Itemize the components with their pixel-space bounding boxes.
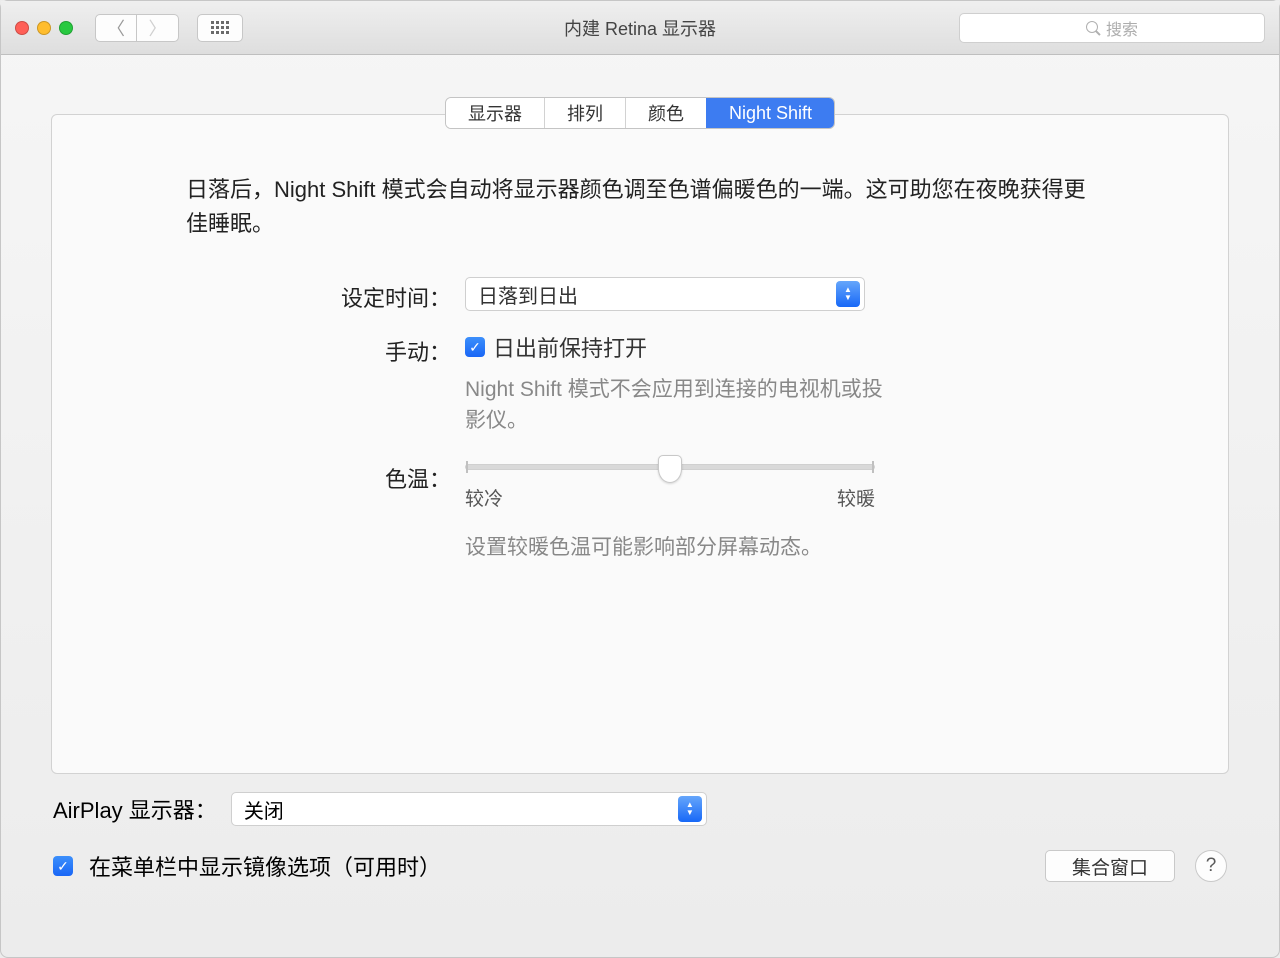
- slider-labels: 较冷 较暖: [465, 484, 875, 511]
- chevron-left-icon: 〈: [107, 15, 125, 41]
- tab-arrangement[interactable]: 排列: [544, 98, 625, 128]
- chevron-right-icon: 〉: [149, 15, 167, 41]
- airplay-row: AirPlay 显示器： 关闭 ▲▼: [51, 792, 1229, 826]
- mirror-checkbox[interactable]: ✓: [53, 856, 73, 876]
- slider-cold-label: 较冷: [465, 484, 503, 511]
- airplay-value: 关闭: [244, 795, 284, 824]
- tab-color[interactable]: 颜色: [625, 98, 706, 128]
- titlebar: 〈 〉 内建 Retina 显示器 搜索: [1, 1, 1279, 55]
- schedule-value: 日落到日出: [478, 280, 578, 309]
- gather-windows-button[interactable]: 集合窗口: [1045, 850, 1175, 882]
- grid-icon: [211, 21, 229, 34]
- row-color-temp: 色温： 较冷 较暖 设置较暖色温可能影响部分屏幕动态。: [186, 458, 1094, 563]
- night-shift-panel: 日落后，Night Shift 模式会自动将显示器颜色调至色谱偏暖色的一端。这可…: [51, 114, 1229, 774]
- schedule-select[interactable]: 日落到日出 ▲▼: [465, 277, 865, 311]
- row-manual: 手动： ✓ 日出前保持打开 Night Shift 模式不会应用到连接的电视机或…: [186, 331, 1094, 436]
- close-icon[interactable]: [15, 21, 29, 35]
- manual-note: Night Shift 模式不会应用到连接的电视机或投影仪。: [465, 375, 885, 436]
- back-button[interactable]: 〈: [95, 14, 137, 42]
- tab-night-shift[interactable]: Night Shift: [706, 98, 834, 128]
- airplay-select[interactable]: 关闭 ▲▼: [231, 792, 707, 826]
- traffic-lights: [15, 21, 73, 35]
- slider-warm-label: 较暖: [837, 484, 875, 511]
- mirror-checkbox-label: 在菜单栏中显示镜像选项（可用时）: [89, 850, 441, 882]
- gather-windows-label: 集合窗口: [1072, 853, 1148, 880]
- manual-checkbox-label: 日出前保持打开: [493, 331, 647, 363]
- airplay-label: AirPlay 显示器：: [53, 793, 217, 825]
- forward-button[interactable]: 〉: [137, 14, 179, 42]
- manual-checkbox-row: ✓ 日出前保持打开: [465, 331, 1094, 363]
- description-text: 日落后，Night Shift 模式会自动将显示器颜色调至色谱偏暖色的一端。这可…: [186, 173, 1094, 241]
- minimize-icon[interactable]: [37, 21, 51, 35]
- color-temp-note: 设置较暖色温可能影响部分屏幕动态。: [465, 533, 885, 563]
- help-button[interactable]: ?: [1195, 850, 1227, 882]
- manual-checkbox[interactable]: ✓: [465, 337, 485, 357]
- tab-bar: 显示器 排列 颜色 Night Shift: [445, 97, 835, 129]
- zoom-icon[interactable]: [59, 21, 73, 35]
- slider-track: [465, 464, 875, 470]
- manual-label: 手动：: [186, 331, 451, 367]
- tab-bar-wrap: 显示器 排列 颜色 Night Shift: [51, 97, 1229, 129]
- content-area: 显示器 排列 颜色 Night Shift 日落后，Night Shift 模式…: [1, 55, 1279, 957]
- popup-arrows-icon: ▲▼: [836, 281, 860, 307]
- preferences-window: 〈 〉 内建 Retina 显示器 搜索 显示器 排列 颜色 Nig: [0, 0, 1280, 958]
- nav-buttons: 〈 〉: [95, 14, 179, 42]
- bottom-row: ✓ 在菜单栏中显示镜像选项（可用时） 集合窗口 ?: [51, 850, 1229, 902]
- tab-display[interactable]: 显示器: [446, 98, 544, 128]
- search-placeholder: 搜索: [1106, 16, 1138, 40]
- schedule-label: 设定时间：: [186, 277, 451, 313]
- show-all-button[interactable]: [197, 14, 243, 42]
- color-temp-slider[interactable]: 较冷 较暖: [465, 464, 875, 511]
- row-schedule: 设定时间： 日落到日出 ▲▼: [186, 277, 1094, 313]
- search-input[interactable]: 搜索: [959, 13, 1265, 43]
- popup-arrows-icon: ▲▼: [678, 796, 702, 822]
- slider-thumb[interactable]: [658, 455, 682, 483]
- help-icon: ?: [1206, 855, 1217, 877]
- color-temp-label: 色温：: [186, 458, 451, 494]
- search-icon: [1086, 21, 1100, 35]
